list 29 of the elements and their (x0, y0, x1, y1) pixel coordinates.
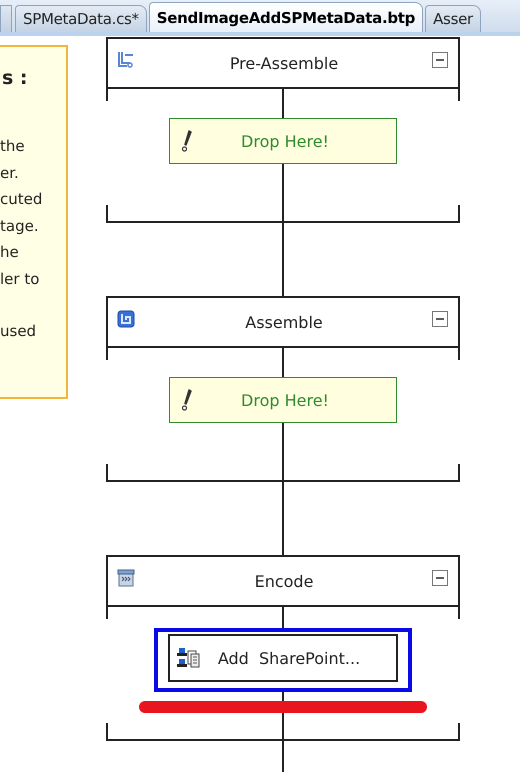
panel-text: er. (0, 162, 20, 184)
panel-text: tage. (0, 216, 40, 236)
stage-icon (116, 50, 136, 70)
exclamation-icon (180, 129, 194, 153)
document-tab[interactable]: SendImageAddSPMetaData.btp (148, 2, 424, 32)
panel-text: used (0, 321, 38, 342)
stage-icon (116, 568, 136, 588)
panel-text: cuted (0, 189, 44, 210)
drop-target[interactable]: Drop Here! (169, 118, 397, 164)
stage-title: Pre-Assemble (228, 54, 340, 72)
panel-heading: s : (1, 67, 29, 89)
document-tab[interactable]: Asser (425, 5, 481, 32)
collapse-icon[interactable] (432, 570, 448, 586)
document-tab[interactable]: SPMetaData.cs* (15, 5, 147, 32)
collapse-icon[interactable] (432, 52, 448, 68)
collapse-icon[interactable] (432, 311, 448, 327)
drop-label: Drop Here! (240, 390, 330, 410)
stage-icon (116, 309, 136, 329)
component-label: Add SharePoint... (216, 648, 362, 668)
panel-text: ler to (0, 268, 40, 290)
drop-label: Drop Here! (240, 132, 330, 150)
stage-title: Assemble (244, 312, 324, 332)
pipeline-component[interactable]: Add SharePoint... (168, 634, 398, 682)
drop-target[interactable]: Drop Here! (169, 377, 397, 423)
stage-title: Encode (254, 572, 314, 590)
panel-text: he (0, 242, 20, 263)
exclamation-icon (180, 388, 194, 412)
component-icon (176, 647, 202, 669)
panel-text: the (0, 136, 26, 157)
